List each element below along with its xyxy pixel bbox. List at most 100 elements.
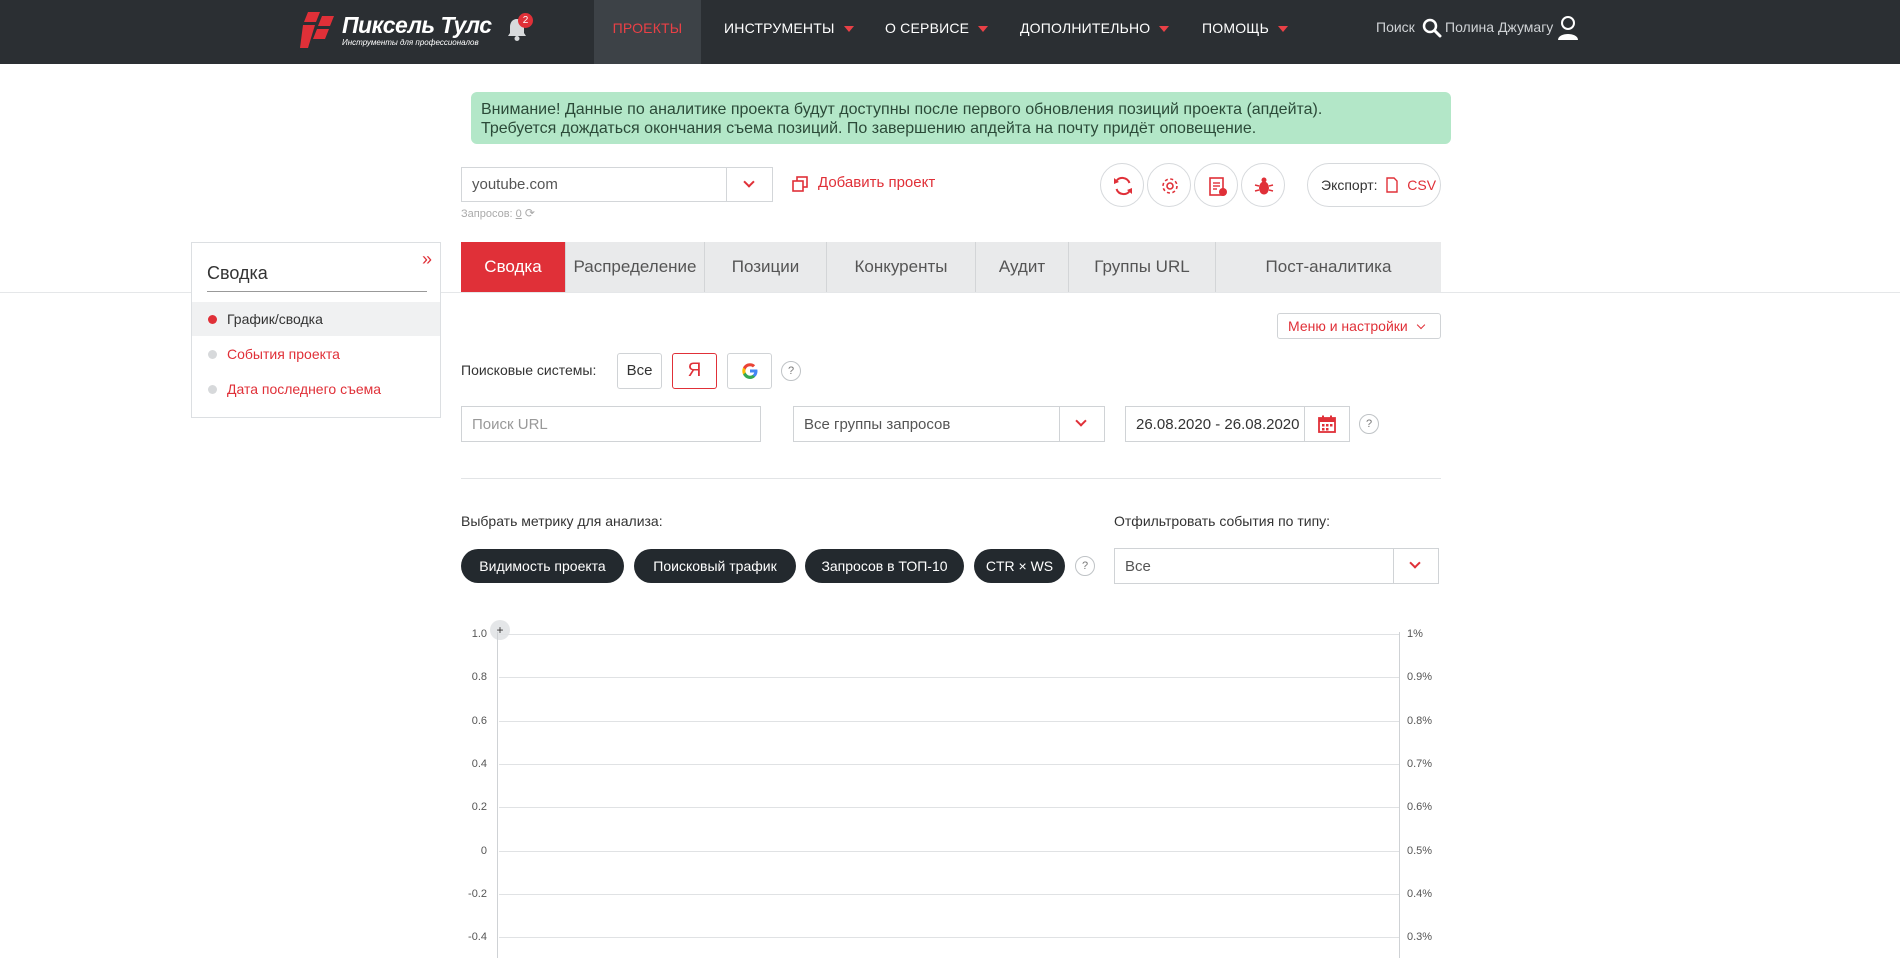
- nav-help[interactable]: ПОМОЩЬ: [1202, 0, 1289, 64]
- sidebar-item-events[interactable]: События проекта: [192, 337, 440, 371]
- y-right-tick-label: 0.7%: [1407, 757, 1433, 770]
- metric-traffic-button[interactable]: Поисковый трафик: [634, 549, 796, 583]
- tab-positions[interactable]: Позиции: [705, 242, 827, 292]
- add-project-label: Добавить проект: [818, 174, 936, 191]
- se-google-button[interactable]: [727, 353, 772, 389]
- requests-value[interactable]: 0: [516, 208, 522, 220]
- se-all-button[interactable]: Все: [617, 353, 662, 389]
- y-axis-right: [1399, 632, 1400, 958]
- nav-tools[interactable]: ИНСТРУМЕНТЫ: [724, 0, 854, 64]
- y-right-tick-label: 0.9%: [1407, 671, 1433, 684]
- y-axis-left: [497, 632, 498, 958]
- sidebar-item-last-scan[interactable]: Дата последнего съема: [192, 372, 440, 406]
- tab-label: Сводка: [484, 257, 542, 276]
- tab-post-analytics[interactable]: Пост-аналитика: [1216, 242, 1441, 292]
- tabs: Сводка Распределение Позиции Конкуренты …: [461, 242, 1441, 292]
- y-right-tick-label: 0.3%: [1407, 931, 1433, 944]
- nav-about-label: О СЕРВИСЕ: [885, 20, 970, 36]
- user-icon[interactable]: [1556, 15, 1580, 41]
- chevron-down-icon: [1409, 557, 1421, 569]
- bug-icon: [1254, 177, 1274, 195]
- gridline: [499, 634, 1399, 635]
- tab-label: Конкуренты: [854, 257, 948, 276]
- metric-top10-button[interactable]: Запросов в ТОП-10: [805, 549, 964, 583]
- help-icon[interactable]: ?: [781, 361, 801, 381]
- logo-subtitle: Инструменты для профессионалов: [342, 38, 479, 47]
- sidebar-item-chart[interactable]: График/сводка: [192, 302, 440, 336]
- help-icon[interactable]: ?: [1359, 414, 1379, 434]
- y-right-tick-label: 0.8%: [1407, 714, 1433, 727]
- refresh-button[interactable]: [1100, 163, 1144, 207]
- top-search-label[interactable]: Поиск: [1376, 19, 1415, 35]
- nav-about[interactable]: О СЕРВИСЕ: [885, 0, 989, 64]
- sidebar: Сводка » График/сводка События проекта Д…: [191, 242, 441, 418]
- requests-count: Запросов: 0 ⟳: [461, 206, 535, 220]
- export-csv[interactable]: CSV: [1407, 177, 1436, 193]
- sidebar-title: Сводка: [207, 263, 268, 283]
- double-chevron-right-icon[interactable]: »: [422, 249, 432, 270]
- calendar-icon: [1318, 415, 1336, 433]
- search-icon[interactable]: [1422, 18, 1442, 38]
- sidebar-item-label: График/сводка: [227, 311, 323, 327]
- refresh-small-icon[interactable]: ⟳: [525, 206, 535, 220]
- tab-url-groups[interactable]: Группы URL: [1069, 242, 1216, 292]
- zoom-plus-icon[interactable]: +: [490, 620, 510, 640]
- metric-ctr-button[interactable]: CTR × WS: [974, 549, 1065, 583]
- debug-button[interactable]: [1241, 163, 1285, 207]
- top-navbar: Пиксель Тулс Инструменты для профессиона…: [0, 0, 1900, 64]
- tab-label: Позиции: [731, 257, 800, 276]
- logo[interactable]: Пиксель Тулс Инструменты для профессиона…: [300, 10, 492, 50]
- gridline: [499, 720, 1399, 722]
- tab-label: Группы URL: [1094, 257, 1190, 276]
- events-filter-label: Отфильтровать события по типу:: [1114, 513, 1331, 529]
- url-search-input[interactable]: Поиск URL: [461, 406, 761, 442]
- events-type-value: Все: [1125, 558, 1151, 575]
- y-right-tick-label: 0.6%: [1407, 801, 1433, 814]
- export-button[interactable]: Экспорт: CSV: [1307, 163, 1441, 207]
- y-left-tick-label: 0.2: [471, 801, 487, 814]
- calendar-button[interactable]: [1304, 407, 1349, 441]
- se-yandex-button[interactable]: Я: [672, 353, 717, 389]
- chevron-down-icon: [743, 176, 755, 188]
- help-icon[interactable]: ?: [1075, 556, 1095, 576]
- query-groups-select[interactable]: Все группы запросов: [793, 406, 1105, 442]
- nav-extra[interactable]: ДОПОЛНИТЕЛЬНО: [1020, 0, 1170, 64]
- tab-distribution[interactable]: Распределение: [566, 242, 705, 292]
- requests-label: Запросов:: [461, 208, 513, 220]
- nav-tools-label: ИНСТРУМЕНТЫ: [724, 20, 835, 36]
- y-left-tick-label: 1.0: [471, 628, 487, 640]
- project-select-value: youtube.com: [472, 176, 558, 193]
- caret-down-icon: [843, 26, 854, 33]
- url-search-placeholder: Поиск URL: [472, 416, 548, 433]
- metric-visibility-button[interactable]: Видимость проекта: [461, 549, 624, 583]
- logo-mark-icon: [300, 12, 334, 48]
- nav-projects-label: ПРОЕКТЫ: [612, 20, 683, 36]
- tab-audit[interactable]: Аудит: [976, 242, 1069, 292]
- file-icon: [1386, 177, 1399, 193]
- gridline: [499, 807, 1399, 809]
- menu-settings-button[interactable]: Меню и настройки: [1277, 313, 1441, 339]
- add-project-link[interactable]: Добавить проект: [792, 174, 936, 192]
- query-groups-value: Все группы запросов: [804, 416, 951, 433]
- date-range-value: 26.08.2020 - 26.08.2020: [1136, 416, 1300, 433]
- project-select-toggle[interactable]: [726, 168, 772, 201]
- search-systems-label: Поисковые системы:: [461, 362, 597, 378]
- tab-summary[interactable]: Сводка: [461, 242, 566, 292]
- tab-competitors[interactable]: Конкуренты: [827, 242, 976, 292]
- update-alert: Внимание! Данные по аналитике проекта бу…: [471, 92, 1451, 144]
- settings-button[interactable]: [1147, 163, 1191, 207]
- y-right-tick-label: 1%: [1407, 628, 1423, 640]
- date-range-input[interactable]: 26.08.2020 - 26.08.2020: [1125, 406, 1350, 442]
- events-type-toggle[interactable]: [1393, 549, 1438, 583]
- y-right-tick-label: 0.5%: [1407, 844, 1433, 857]
- add-project-icon: [792, 176, 808, 192]
- sidebar-item-label: События проекта: [227, 346, 340, 362]
- project-select[interactable]: youtube.com: [461, 167, 773, 202]
- nav-projects[interactable]: ПРОЕКТЫ: [594, 0, 701, 64]
- tasks-button[interactable]: [1194, 163, 1238, 207]
- query-groups-toggle[interactable]: [1059, 407, 1104, 441]
- caret-down-icon: [1159, 26, 1170, 33]
- events-type-select[interactable]: Все: [1114, 548, 1439, 584]
- notification-badge: 2: [518, 13, 533, 28]
- user-name[interactable]: Полина Джумагу: [1445, 19, 1553, 35]
